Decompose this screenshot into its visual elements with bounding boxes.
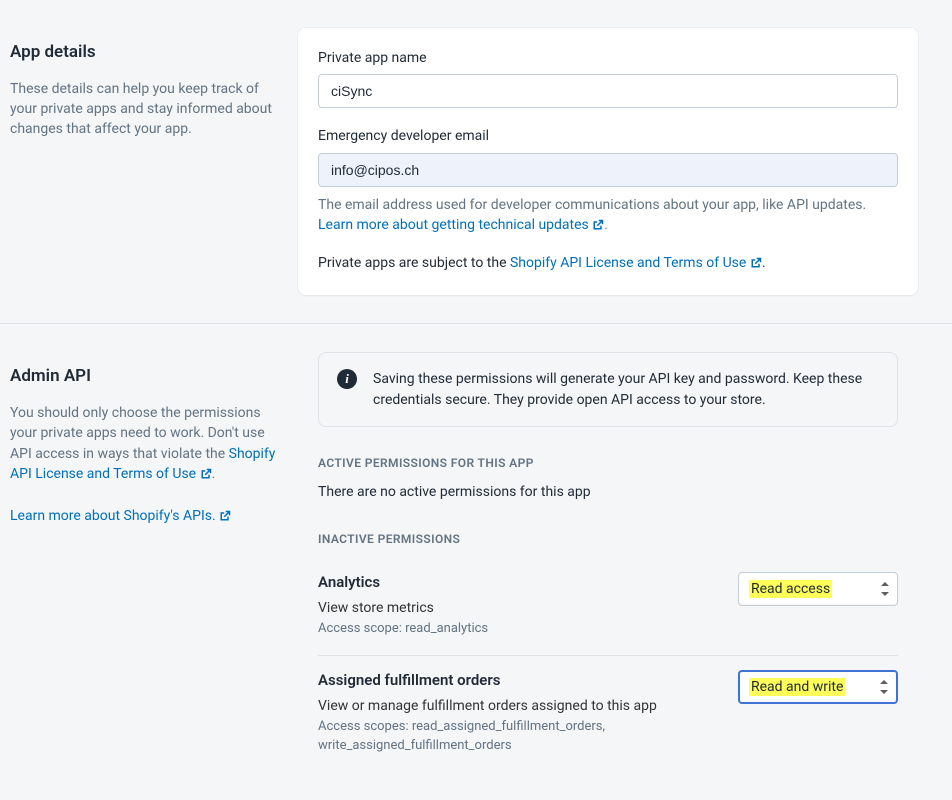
permission-info: Assigned fulfillment orders View or mana…: [318, 670, 657, 756]
permission-title: Assigned fulfillment orders: [318, 670, 657, 692]
learn-apis-link[interactable]: Learn more about Shopify's APIs.: [10, 508, 231, 524]
permission-select-assigned-fulfillment[interactable]: Read and write: [738, 670, 898, 704]
permission-select-value: Read access: [749, 580, 832, 598]
permission-select-wrap: Read access: [738, 572, 898, 606]
sort-arrows-icon: [881, 582, 889, 596]
permission-desc: View or manage fulfillment orders assign…: [318, 696, 657, 716]
admin-api-main: Saving these permissions will generate y…: [298, 352, 918, 771]
app-details-main: Private app name Emergency developer ema…: [298, 28, 918, 295]
app-details-card: Private app name Emergency developer ema…: [298, 28, 918, 295]
info-icon: [337, 369, 357, 389]
permission-row-assigned-fulfillment: Assigned fulfillment orders View or mana…: [318, 656, 898, 772]
permission-select-value: Read and write: [749, 678, 845, 696]
sort-arrows-icon: [880, 680, 888, 694]
external-link-icon: [200, 468, 212, 480]
external-link-icon: [750, 257, 762, 269]
permission-scope: Access scopes: read_assigned_fulfillment…: [318, 718, 648, 756]
external-link-icon: [592, 219, 604, 231]
active-permissions-none: There are no active permissions for this…: [318, 482, 898, 502]
private-app-name-input[interactable]: [318, 74, 898, 108]
permission-row-analytics: Analytics View store metrics Access scop…: [318, 558, 898, 656]
inactive-permissions-heading: INACTIVE PERMISSIONS: [318, 531, 898, 548]
permission-scope: Access scope: read_analytics: [318, 620, 488, 639]
permission-desc: View store metrics: [318, 598, 488, 618]
emergency-email-field: Emergency developer email The email addr…: [318, 126, 898, 273]
external-link-icon: [219, 510, 231, 522]
private-app-name-field: Private app name: [318, 48, 898, 108]
email-hint-pre: The email address used for developer com…: [318, 197, 866, 213]
permission-info: Analytics View store metrics Access scop…: [318, 572, 488, 639]
admin-api-description: You should only choose the permissions y…: [10, 403, 282, 484]
admin-api-heading: Admin API: [10, 364, 282, 389]
app-details-heading: App details: [10, 40, 282, 65]
emergency-email-input[interactable]: [318, 153, 898, 187]
notice-post: .: [762, 255, 766, 271]
emergency-email-label: Emergency developer email: [318, 126, 898, 146]
permission-select-analytics[interactable]: Read access: [738, 572, 898, 606]
permission-select-wrap: Read and write: [738, 670, 898, 704]
notice-link[interactable]: Shopify API License and Terms of Use: [510, 255, 762, 271]
learn-apis-wrap: Learn more about Shopify's APIs.: [10, 506, 282, 526]
admin-api-side: Admin API You should only choose the per…: [8, 352, 298, 536]
app-details-description: These details can help you keep track of…: [10, 79, 282, 140]
banner-text: Saving these permissions will generate y…: [373, 369, 879, 410]
emergency-email-hint: The email address used for developer com…: [318, 195, 898, 236]
app-details-section: App details These details can help you k…: [0, 0, 952, 323]
email-hint-link[interactable]: Learn more about getting technical updat…: [318, 217, 604, 233]
info-banner: Saving these permissions will generate y…: [318, 352, 898, 427]
permission-title: Analytics: [318, 572, 488, 594]
private-apps-notice: Private apps are subject to the Shopify …: [318, 253, 898, 273]
notice-pre: Private apps are subject to the: [318, 255, 510, 271]
admin-api-section: Admin API You should only choose the per…: [0, 323, 952, 799]
active-permissions-heading: ACTIVE PERMISSIONS FOR THIS APP: [318, 455, 898, 472]
app-details-side: App details These details can help you k…: [8, 28, 298, 150]
private-app-name-label: Private app name: [318, 48, 898, 68]
